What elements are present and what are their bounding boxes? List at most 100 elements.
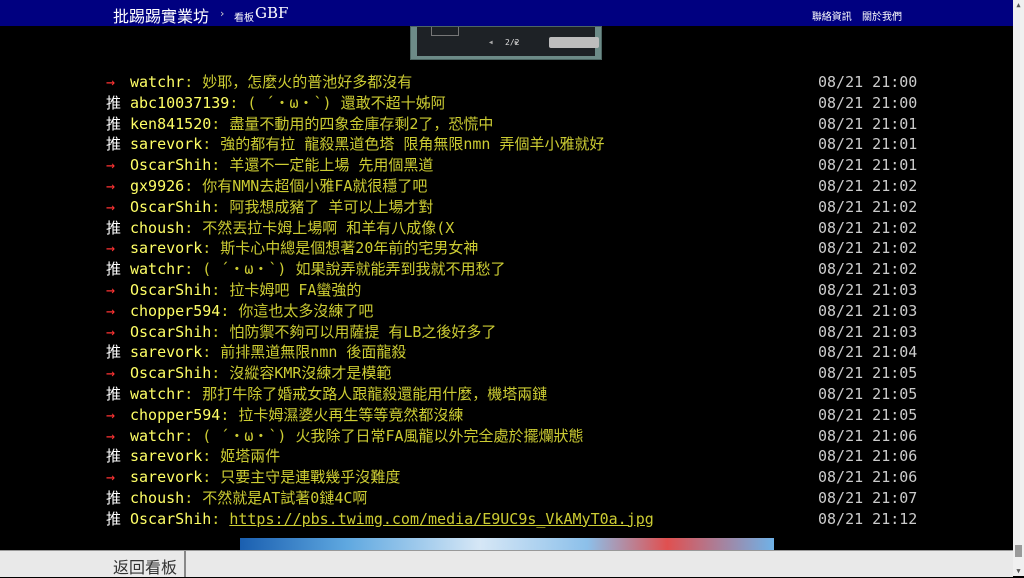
push-user: sarevork bbox=[130, 239, 203, 258]
vertical-scrollbar[interactable]: ▲ ▼ bbox=[1013, 0, 1024, 576]
push-time: 08/21 21:01 bbox=[818, 135, 918, 154]
push-content: : ( ´・ω・`) 還敢不超十姊阿 bbox=[229, 94, 445, 112]
push-content: : ( ´・ω・`) 火我除了日常FA風龍以外完全處於擺爛狀態 bbox=[184, 427, 583, 445]
push-row: 推 abc10037139: ( ´・ω・`) 還敢不超十姊阿 08/21 21:0… bbox=[106, 93, 917, 114]
push-content: : 你這也太多沒練了吧 bbox=[220, 302, 373, 320]
arrow-tag: → bbox=[106, 468, 116, 487]
push-time: 08/21 21:06 bbox=[818, 426, 918, 445]
push-row: 推 choush: 不然就是AT試著0鏈4C啊 08/21 21:07 bbox=[106, 488, 918, 509]
push-content-text: : 你有NMN去超個小雅FA就很穩了吧 bbox=[184, 176, 428, 195]
push-time: 08/21 21:02 bbox=[818, 176, 918, 195]
push-user: sarevork bbox=[130, 343, 203, 362]
push-time: 08/21 21:05 bbox=[818, 405, 918, 424]
arrow-tag: → bbox=[106, 239, 116, 258]
push-content: : 姬塔兩件 bbox=[202, 447, 280, 465]
scroll-thumb[interactable] bbox=[1015, 545, 1022, 557]
push-row: 推 watchr: 那打牛除了婚戒女路人跟龍殺還能用什麼，機塔兩鏈 08/21 21… bbox=[106, 384, 917, 405]
scroll-down-arrow-icon[interactable]: ▼ bbox=[1013, 566, 1024, 576]
arrow-tag: → bbox=[106, 322, 116, 341]
push-content: : 不然丟拉卡姆上場啊 和羊有八成像(X bbox=[184, 219, 454, 237]
push-user: sarevork bbox=[130, 135, 203, 154]
push-row: → sarevork: 只要主守是連戰幾乎沒難度 08/21 21:06 bbox=[106, 467, 918, 488]
push-content: : ( ´・ω・`) 如果說弄就能弄到我就不用愁了 bbox=[184, 260, 505, 278]
push-content-text: : bbox=[211, 509, 230, 528]
top-links: 聯絡資訊 關於我們 bbox=[805, 8, 902, 23]
push-row: 推 OscarShih: https://pbs.twimg.com/media/… bbox=[106, 509, 918, 530]
push-time: 08/21 21:03 bbox=[818, 280, 918, 299]
push-time: 08/21 21:06 bbox=[818, 447, 918, 466]
push-time: 08/21 21:02 bbox=[818, 239, 918, 258]
push-row: 推 sarevork: 姬塔兩件 08/21 21:06 bbox=[106, 446, 918, 467]
push-link[interactable]: https://pbs.twimg.com/media/E9UC9s_VkAMy… bbox=[229, 510, 653, 528]
push-user: OscarShih bbox=[130, 364, 212, 383]
push-user: OscarShih bbox=[130, 280, 212, 299]
push-content-text: : ( ´・ω・`) 如果說弄就能弄到我就不用愁了 bbox=[184, 260, 506, 279]
push-content-text: : 沒縱容KMR沒練才是模範 bbox=[211, 364, 392, 383]
push-content-text: : 阿我想成豬了 羊可以上場才對 bbox=[211, 197, 434, 216]
push-content-text: : 拉卡姆濕婆火再生等等竟然都沒練 bbox=[220, 405, 464, 424]
push-content: : 羊還不一定能上場 先用個黑道 bbox=[211, 156, 433, 174]
push-user: OscarShih bbox=[130, 509, 212, 528]
push-content-text: : 前排黑道無限nmn 後面龍殺 bbox=[202, 343, 407, 362]
push-row: 推 ken841520: 盡量不動用的四象金庫存剩2了，恐慌中 08/21 21:0… bbox=[106, 114, 917, 135]
push-user: ken841520 bbox=[130, 114, 212, 133]
arrow-tag: → bbox=[106, 364, 116, 383]
image-preview-thumbnail[interactable]: ◀▶ 2/2 bbox=[410, 26, 602, 60]
arrow-tag: → bbox=[106, 280, 116, 299]
push-user: OscarShih bbox=[130, 197, 212, 216]
push-content: : 拉卡姆濕婆火再生等等竟然都沒練 bbox=[220, 406, 463, 424]
push-content-text: : 你這也太多沒練了吧 bbox=[220, 301, 374, 320]
push-user: OscarShih bbox=[130, 322, 212, 341]
push-row: 推 sarevork: 強的都有拉 龍殺黑道色塔 限角無限nmn 弄個羊小雅就好 0… bbox=[106, 134, 918, 155]
push-row: → OscarShih: 怕防禦不夠可以用薩提 有LB之後好多了 08/21 21:… bbox=[106, 322, 918, 343]
push-tag: 推 bbox=[106, 488, 122, 507]
contact-link[interactable]: 聯絡資訊 bbox=[812, 12, 852, 23]
push-time: 08/21 21:03 bbox=[818, 322, 918, 341]
push-content-text: : 拉卡姆吧 FA蠻強的 bbox=[211, 280, 362, 299]
push-row: → watchr: ( ´・ω・`) 火我除了日常FA風龍以外完全處於擺爛狀態 08… bbox=[106, 426, 918, 447]
push-user: choush bbox=[130, 488, 185, 507]
push-row: → chopper594: 拉卡姆濕婆火再生等等竟然都沒練 08/21 21:05 bbox=[106, 405, 918, 426]
push-content: : 阿我想成豬了 羊可以上場才對 bbox=[211, 198, 433, 216]
breadcrumb-separator: › bbox=[220, 7, 225, 20]
site-title-link[interactable]: 批踢踢實業坊 bbox=[113, 3, 209, 27]
preview-screenshot: ◀▶ 2/2 bbox=[417, 27, 599, 56]
push-row: 推 watchr: ( ´・ω・`) 如果說弄就能弄到我就不用愁了 08/21 21… bbox=[106, 259, 918, 280]
push-content-text: : ( ´・ω・`) 火我除了日常FA風龍以外完全處於擺爛狀態 bbox=[184, 426, 584, 445]
push-content: : 只要主守是連戰幾乎沒難度 bbox=[202, 468, 400, 486]
about-link[interactable]: 關於我們 bbox=[862, 12, 902, 23]
push-tag: 推 bbox=[106, 114, 122, 133]
push-row: → OscarShih: 拉卡姆吧 FA蠻強的 08/21 21:03 bbox=[106, 280, 918, 301]
bottom-divider bbox=[184, 551, 186, 577]
push-content-text: : 那打牛除了婚戒女路人跟龍殺還能用什麼，機塔兩鏈 bbox=[184, 384, 548, 403]
push-time: 08/21 21:12 bbox=[818, 509, 918, 528]
board-name-link[interactable]: GBF bbox=[255, 4, 288, 22]
push-content-text: : 強的都有拉 龍殺黑道色塔 限角無限nmn 弄個羊小雅就好 bbox=[202, 135, 605, 154]
push-row: → OscarShih: 阿我想成豬了 羊可以上場才對 08/21 21:02 bbox=[106, 197, 917, 218]
push-row: 推 choush: 不然丟拉卡姆上場啊 和羊有八成像(X 08/21 21:02 bbox=[106, 218, 917, 239]
back-to-board-button[interactable]: 返回看板 bbox=[113, 554, 177, 578]
push-user: chopper594 bbox=[130, 301, 221, 320]
push-content-text: : 羊還不一定能上場 先用個黑道 bbox=[211, 156, 434, 175]
push-row: → OscarShih: 沒縱容KMR沒練才是模範 08/21 21:05 bbox=[106, 363, 918, 384]
push-time: 08/21 21:01 bbox=[818, 156, 918, 175]
push-content: : 不然就是AT試著0鏈4C啊 bbox=[184, 489, 367, 507]
arrow-tag: → bbox=[106, 405, 116, 424]
push-tag: 推 bbox=[106, 509, 122, 528]
push-content: : 前排黑道無限nmn 後面龍殺 bbox=[202, 343, 406, 361]
push-user: chopper594 bbox=[130, 405, 221, 424]
push-user: abc10037139 bbox=[130, 93, 230, 112]
push-time: 08/21 21:04 bbox=[818, 343, 918, 362]
push-content: : 怕防禦不夠可以用薩提 有LB之後好多了 bbox=[211, 323, 496, 341]
push-content: : 你有NMN去超個小雅FA就很穩了吧 bbox=[184, 177, 427, 195]
push-time: 08/21 21:07 bbox=[818, 488, 918, 507]
push-row: → chopper594: 你這也太多沒練了吧 08/21 21:03 bbox=[106, 301, 918, 322]
scroll-up-arrow-icon[interactable]: ▲ bbox=[1013, 0, 1024, 10]
board-label: 看板 bbox=[234, 13, 254, 24]
arrow-tag: → bbox=[106, 197, 116, 216]
embedded-image-preview[interactable] bbox=[240, 538, 774, 550]
push-time: 08/21 21:06 bbox=[818, 468, 918, 487]
push-time: 08/21 21:03 bbox=[818, 301, 918, 320]
push-time: 08/21 21:05 bbox=[818, 364, 918, 383]
push-time: 08/21 21:02 bbox=[818, 260, 918, 279]
